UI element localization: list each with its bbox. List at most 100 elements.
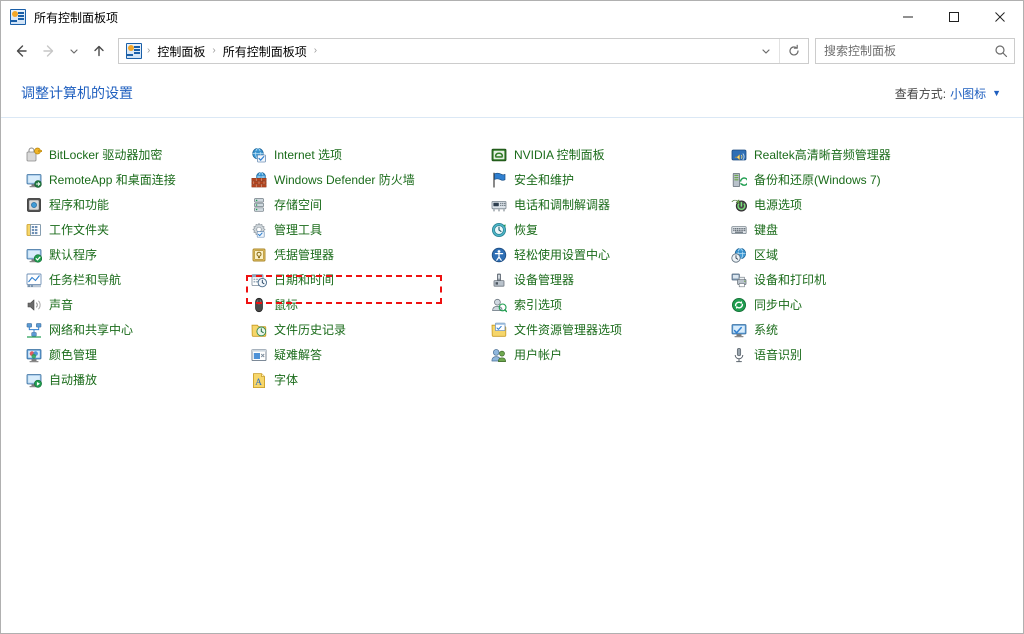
control-panel-item[interactable]: 凭据管理器 (246, 242, 486, 267)
up-button[interactable] (85, 37, 113, 65)
control-panel-item[interactable]: 键盘 (726, 217, 966, 242)
control-panel-item[interactable]: Realtek高清晰音频管理器 (726, 142, 966, 167)
search-input[interactable] (816, 44, 988, 58)
control-panel-item[interactable]: 区域 (726, 242, 966, 267)
control-panel-item[interactable]: 文件历史记录 (246, 317, 486, 342)
control-panel-item[interactable]: NVIDIA 控制面板 (486, 142, 726, 167)
control-panel-item[interactable]: 颜色管理 (21, 342, 246, 367)
credential-manager-icon (251, 247, 267, 263)
control-panel-item[interactable]: 同步中心 (726, 292, 966, 317)
color-management-icon (26, 347, 42, 363)
items-column-1: BitLocker 驱动器加密 RemoteApp 和桌面连接 程序和功能工作文件夹… (1, 142, 246, 392)
items-column-4: Realtek高清晰音频管理器备份和还原(Windows 7) 电源选项键盘区域设… (726, 142, 966, 367)
control-panel-item[interactable]: 语音识别 (726, 342, 966, 367)
ease-of-access-icon (491, 247, 507, 263)
control-panel-item[interactable]: 电源选项 (726, 192, 966, 217)
breadcrumb: › 控制面板 › 所有控制面板项 › (119, 41, 753, 62)
view-by-label: 查看方式: (894, 86, 947, 101)
control-panel-item-label: 程序和功能 (49, 197, 110, 212)
back-arrow-icon (16, 45, 27, 57)
internet-options-icon (251, 147, 267, 163)
content-header: 调整计算机的设置 查看方式: 小图标 ▼ (1, 69, 1023, 118)
forward-button[interactable] (35, 37, 63, 65)
phone-modem-icon (491, 197, 507, 213)
maximize-button[interactable] (931, 1, 977, 33)
control-panel-item[interactable]: 安全和维护 (486, 167, 726, 192)
control-panel-item[interactable]: A 字体 (246, 367, 486, 392)
control-panel-item[interactable]: 备份和还原(Windows 7) (726, 167, 966, 192)
control-panel-item[interactable]: 系统 (726, 317, 966, 342)
control-panel-item[interactable]: 日期和时间 (246, 267, 486, 292)
control-panel-item[interactable]: 自动播放 (21, 367, 246, 392)
control-panel-item[interactable]: 存储空间 (246, 192, 486, 217)
control-panel-item-label: 默认程序 (49, 247, 98, 262)
control-panel-item[interactable]: 用户帐户 (486, 342, 726, 367)
control-panel-item[interactable]: 工作文件夹 (21, 217, 246, 242)
control-panel-item[interactable]: 任务栏和导航 (21, 267, 246, 292)
svg-text:A: A (255, 378, 262, 388)
breadcrumb-item-control-panel[interactable]: 控制面板 (153, 41, 209, 62)
close-button[interactable] (977, 1, 1023, 33)
control-panel-item[interactable]: Internet 选项 (246, 142, 486, 167)
power-options-icon (731, 197, 747, 213)
control-panel-item[interactable]: 声音 (21, 292, 246, 317)
back-button[interactable] (7, 37, 35, 65)
control-panel-item[interactable]: 鼠标 (246, 292, 486, 317)
control-panel-item-label: 字体 (274, 372, 299, 387)
minimize-button[interactable] (885, 1, 931, 33)
control-panel-item-label: NVIDIA 控制面板 (514, 147, 605, 162)
taskbar-navigation-icon (26, 272, 42, 288)
file-history-icon (251, 322, 267, 338)
address-dropdown-button[interactable] (753, 39, 779, 63)
control-panel-item-label: 声音 (49, 297, 74, 312)
control-panel-item[interactable]: 轻松使用设置中心 (486, 242, 726, 267)
search-button[interactable] (988, 44, 1014, 58)
nvidia-control-panel-icon (491, 147, 507, 163)
control-panel-item-label: 颜色管理 (49, 347, 98, 362)
control-panel-item[interactable]: 电话和调制解调器 (486, 192, 726, 217)
troubleshooting-icon (251, 347, 267, 363)
control-panel-item-label: 自动播放 (49, 372, 98, 387)
control-panel-item-label: 电源选项 (754, 197, 803, 212)
control-panel-item[interactable]: 疑难解答 (246, 342, 486, 367)
chevron-down-icon[interactable]: ▼ (992, 88, 1001, 98)
storage-spaces-icon (251, 197, 267, 213)
date-time-icon (251, 272, 267, 288)
breadcrumb-separator[interactable]: › (311, 46, 320, 56)
control-panel-item[interactable]: BitLocker 驱动器加密 (21, 142, 246, 167)
breadcrumb-item-all-control-panel-items[interactable]: 所有控制面板项 (219, 41, 311, 62)
indexing-options-icon (491, 297, 507, 313)
control-panel-item[interactable]: 程序和功能 (21, 192, 246, 217)
control-panel-item[interactable]: 管理工具 (246, 217, 486, 242)
control-panel-item[interactable]: 默认程序 (21, 242, 246, 267)
control-panel-item[interactable]: 网络和共享中心 (21, 317, 246, 342)
windows-defender-firewall-icon (251, 171, 267, 188)
control-panel-item-label: Realtek高清晰音频管理器 (754, 147, 891, 162)
refresh-button[interactable] (780, 39, 808, 63)
view-by-control[interactable]: 查看方式: 小图标 ▼ (895, 85, 1001, 102)
page-title: 调整计算机的设置 (21, 85, 133, 101)
control-panel-item-label: 存储空间 (274, 197, 323, 212)
control-panel-item-label: 电话和调制解调器 (514, 197, 611, 212)
control-panel-item[interactable]: 文件资源管理器选项 (486, 317, 726, 342)
control-panel-item-label: 疑难解答 (274, 347, 323, 362)
breadcrumb-separator: › (147, 45, 151, 56)
control-panel-item-label: 区域 (754, 247, 779, 262)
control-panel-item[interactable]: 恢复 (486, 217, 726, 242)
control-panel-item[interactable]: 索引选项 (486, 292, 726, 317)
control-panel-item-label: RemoteApp 和桌面连接 (49, 172, 176, 187)
keyboard-icon (731, 222, 747, 238)
recent-locations-button[interactable] (63, 37, 85, 65)
control-panel-item[interactable]: RemoteApp 和桌面连接 (21, 167, 246, 192)
breadcrumb-icon-wrap[interactable] (124, 43, 144, 59)
control-panel-item[interactable]: 设备和打印机 (726, 267, 966, 292)
close-icon (995, 12, 1005, 22)
control-panel-item-label: 设备管理器 (514, 272, 575, 287)
search-box[interactable] (815, 38, 1015, 64)
control-panel-item[interactable]: 设备管理器 (486, 267, 726, 292)
view-by-value[interactable]: 小图标 (950, 85, 986, 102)
control-panel-window: 所有控制面板项 › 控制面板 › 所有控制面板项 › 搜索控制面板 调整计算机的… (0, 0, 1024, 634)
address-bar[interactable]: › 控制面板 › 所有控制面板项 › (118, 38, 809, 64)
user-accounts-icon (491, 347, 507, 363)
control-panel-item[interactable]: Windows Defender 防火墙 (246, 167, 486, 192)
